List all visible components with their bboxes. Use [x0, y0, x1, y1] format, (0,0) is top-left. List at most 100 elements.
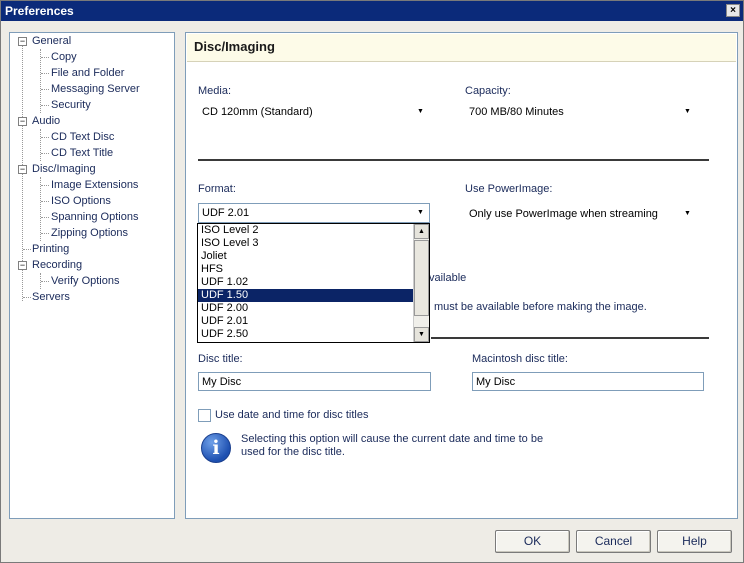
chevron-down-icon[interactable]: ▼ [414, 206, 427, 220]
collapse-recording-icon[interactable]: − [18, 261, 27, 270]
chevron-down-icon[interactable]: ▼ [414, 105, 427, 119]
tree-item-label: CD Text Title [51, 147, 114, 159]
tree-item-servers[interactable]: Servers [32, 289, 70, 305]
help-button[interactable]: Help [657, 530, 732, 553]
disc-title-input[interactable] [198, 372, 431, 391]
tree-item-iso-options[interactable]: ISO Options [51, 193, 111, 209]
tree-item-file-and-folder[interactable]: File and Folder [51, 65, 124, 81]
obscured-text: must be available before making the imag… [434, 301, 647, 313]
dropdown-option[interactable]: Joliet [198, 250, 415, 263]
tree-branch [41, 201, 49, 202]
dropdown-option[interactable]: UDF 2.01 [198, 315, 415, 328]
mac-title-input[interactable] [472, 372, 704, 391]
info-text-line2: used for the disc title. [241, 446, 345, 458]
tree-item-label: ISO Options [51, 195, 111, 207]
tree-branch [41, 89, 49, 90]
format-label: Format: [198, 183, 236, 195]
tree-item-spanning-options[interactable]: Spanning Options [51, 209, 138, 225]
tree-item-label: Printing [32, 243, 70, 255]
tree-item-label: Zipping Options [51, 227, 129, 239]
tree-item-label: Recording [32, 259, 83, 271]
tree-item-label: Messaging Server [51, 83, 140, 95]
tree-item-label: Audio [32, 115, 61, 127]
tree-item-printing[interactable]: Printing [32, 241, 69, 257]
powerimage-select[interactable]: Only use PowerImage when streaming ▼ [465, 204, 697, 224]
date-time-checkbox[interactable] [198, 409, 211, 422]
scroll-down-icon[interactable]: ▼ [414, 327, 429, 342]
tree-item-messaging-server[interactable]: Messaging Server [51, 81, 140, 97]
date-time-checkbox-label[interactable]: Use date and time for disc titles [215, 409, 368, 421]
tree-item-cd-text-disc[interactable]: CD Text Disc [51, 129, 114, 145]
powerimage-label: Use PowerImage: [465, 183, 553, 195]
tree-branch [41, 73, 49, 74]
media-select-value: CD 120mm (Standard) [202, 106, 313, 118]
tree-item-label: Disc/Imaging [32, 163, 96, 175]
media-select[interactable]: CD 120mm (Standard) ▼ [198, 102, 430, 122]
section-divider [198, 159, 709, 161]
tree-item-image-extensions[interactable]: Image Extensions [51, 177, 138, 193]
format-dropdown-list[interactable]: ISO Level 2 ISO Level 3 Joliet HFS UDF 1.02 U… [197, 223, 430, 343]
tree-general-line [40, 49, 41, 113]
tree-item-recording[interactable]: Recording [32, 257, 82, 273]
window-title: Preferences [5, 4, 74, 18]
collapse-general-icon[interactable]: − [18, 37, 27, 46]
collapse-audio-icon[interactable]: − [18, 117, 27, 126]
tree-item-general[interactable]: General [32, 33, 71, 49]
tree-item-label: Servers [32, 291, 70, 303]
tree-branch [23, 297, 31, 298]
dropdown-option[interactable]: UDF 2.50 [198, 328, 415, 341]
tree-branch [23, 249, 31, 250]
scroll-thumb[interactable] [414, 240, 429, 316]
ok-button[interactable]: OK [495, 530, 570, 553]
dropdown-options: ISO Level 2 ISO Level 3 Joliet HFS UDF 1.02 U… [198, 224, 429, 341]
disc-title-label: Disc title: [198, 353, 243, 365]
tree-branch [41, 233, 49, 234]
tree-item-zipping-options[interactable]: Zipping Options [51, 225, 128, 241]
title-bar[interactable]: Preferences × [1, 1, 743, 21]
tree-item-copy[interactable]: Copy [51, 49, 77, 65]
tree-branch [41, 137, 49, 138]
tree-item-label: File and Folder [51, 67, 125, 79]
scroll-up-icon[interactable]: ▲ [414, 224, 429, 239]
close-button[interactable]: × [726, 4, 740, 17]
dropdown-option[interactable]: UDF 1.02 [198, 276, 415, 289]
tree-item-cd-text-title[interactable]: CD Text Title [51, 145, 113, 161]
dropdown-option[interactable]: HFS [198, 263, 415, 276]
media-label: Media: [198, 85, 232, 97]
tree-item-label: Verify Options [51, 275, 120, 287]
tree-item-security[interactable]: Security [51, 97, 91, 113]
tree-branch [41, 105, 49, 106]
preferences-window: Preferences × − General Copy File and Fo… [0, 0, 744, 563]
capacity-select-value: 700 MB/80 Minutes [469, 106, 564, 118]
panel-title: Disc/Imaging [187, 34, 736, 62]
tree-branch [41, 185, 49, 186]
dropdown-scrollbar[interactable]: ▲ ▼ [413, 224, 429, 342]
chevron-down-icon[interactable]: ▼ [681, 207, 694, 221]
cancel-button[interactable]: Cancel [576, 530, 651, 553]
info-icon: i [201, 433, 231, 463]
tree-item-label: Spanning Options [51, 211, 139, 223]
info-text-line1: Selecting this option will cause the cur… [241, 433, 544, 445]
tree-item-disc-imaging[interactable]: Disc/Imaging [32, 161, 96, 177]
tree-branch [41, 153, 49, 154]
tree-disc-line [40, 177, 41, 241]
tree-branch [41, 281, 49, 282]
tree-audio-line [40, 129, 41, 161]
dropdown-option[interactable]: ISO Level 3 [198, 237, 415, 250]
capacity-select[interactable]: 700 MB/80 Minutes ▼ [465, 102, 697, 122]
tree-item-audio[interactable]: Audio [32, 113, 60, 129]
dropdown-option[interactable]: ISO Level 2 [198, 224, 415, 237]
format-select[interactable]: UDF 2.01 ▼ [198, 203, 430, 223]
tree-branch [41, 57, 49, 58]
category-tree: − General Copy File and Folder Messaging… [9, 32, 175, 519]
tree-item-label: General [32, 35, 72, 47]
format-select-value: UDF 2.01 [202, 207, 250, 219]
tree-item-verify-options[interactable]: Verify Options [51, 273, 119, 289]
collapse-disc-imaging-icon[interactable]: − [18, 165, 27, 174]
dropdown-option[interactable]: UDF 1.50 [198, 289, 415, 302]
obscured-text: vailable [429, 272, 467, 284]
dropdown-option[interactable]: UDF 2.00 [198, 302, 415, 315]
powerimage-select-value: Only use PowerImage when streaming [469, 208, 658, 220]
chevron-down-icon[interactable]: ▼ [681, 105, 694, 119]
tree-item-label: Image Extensions [51, 179, 139, 191]
